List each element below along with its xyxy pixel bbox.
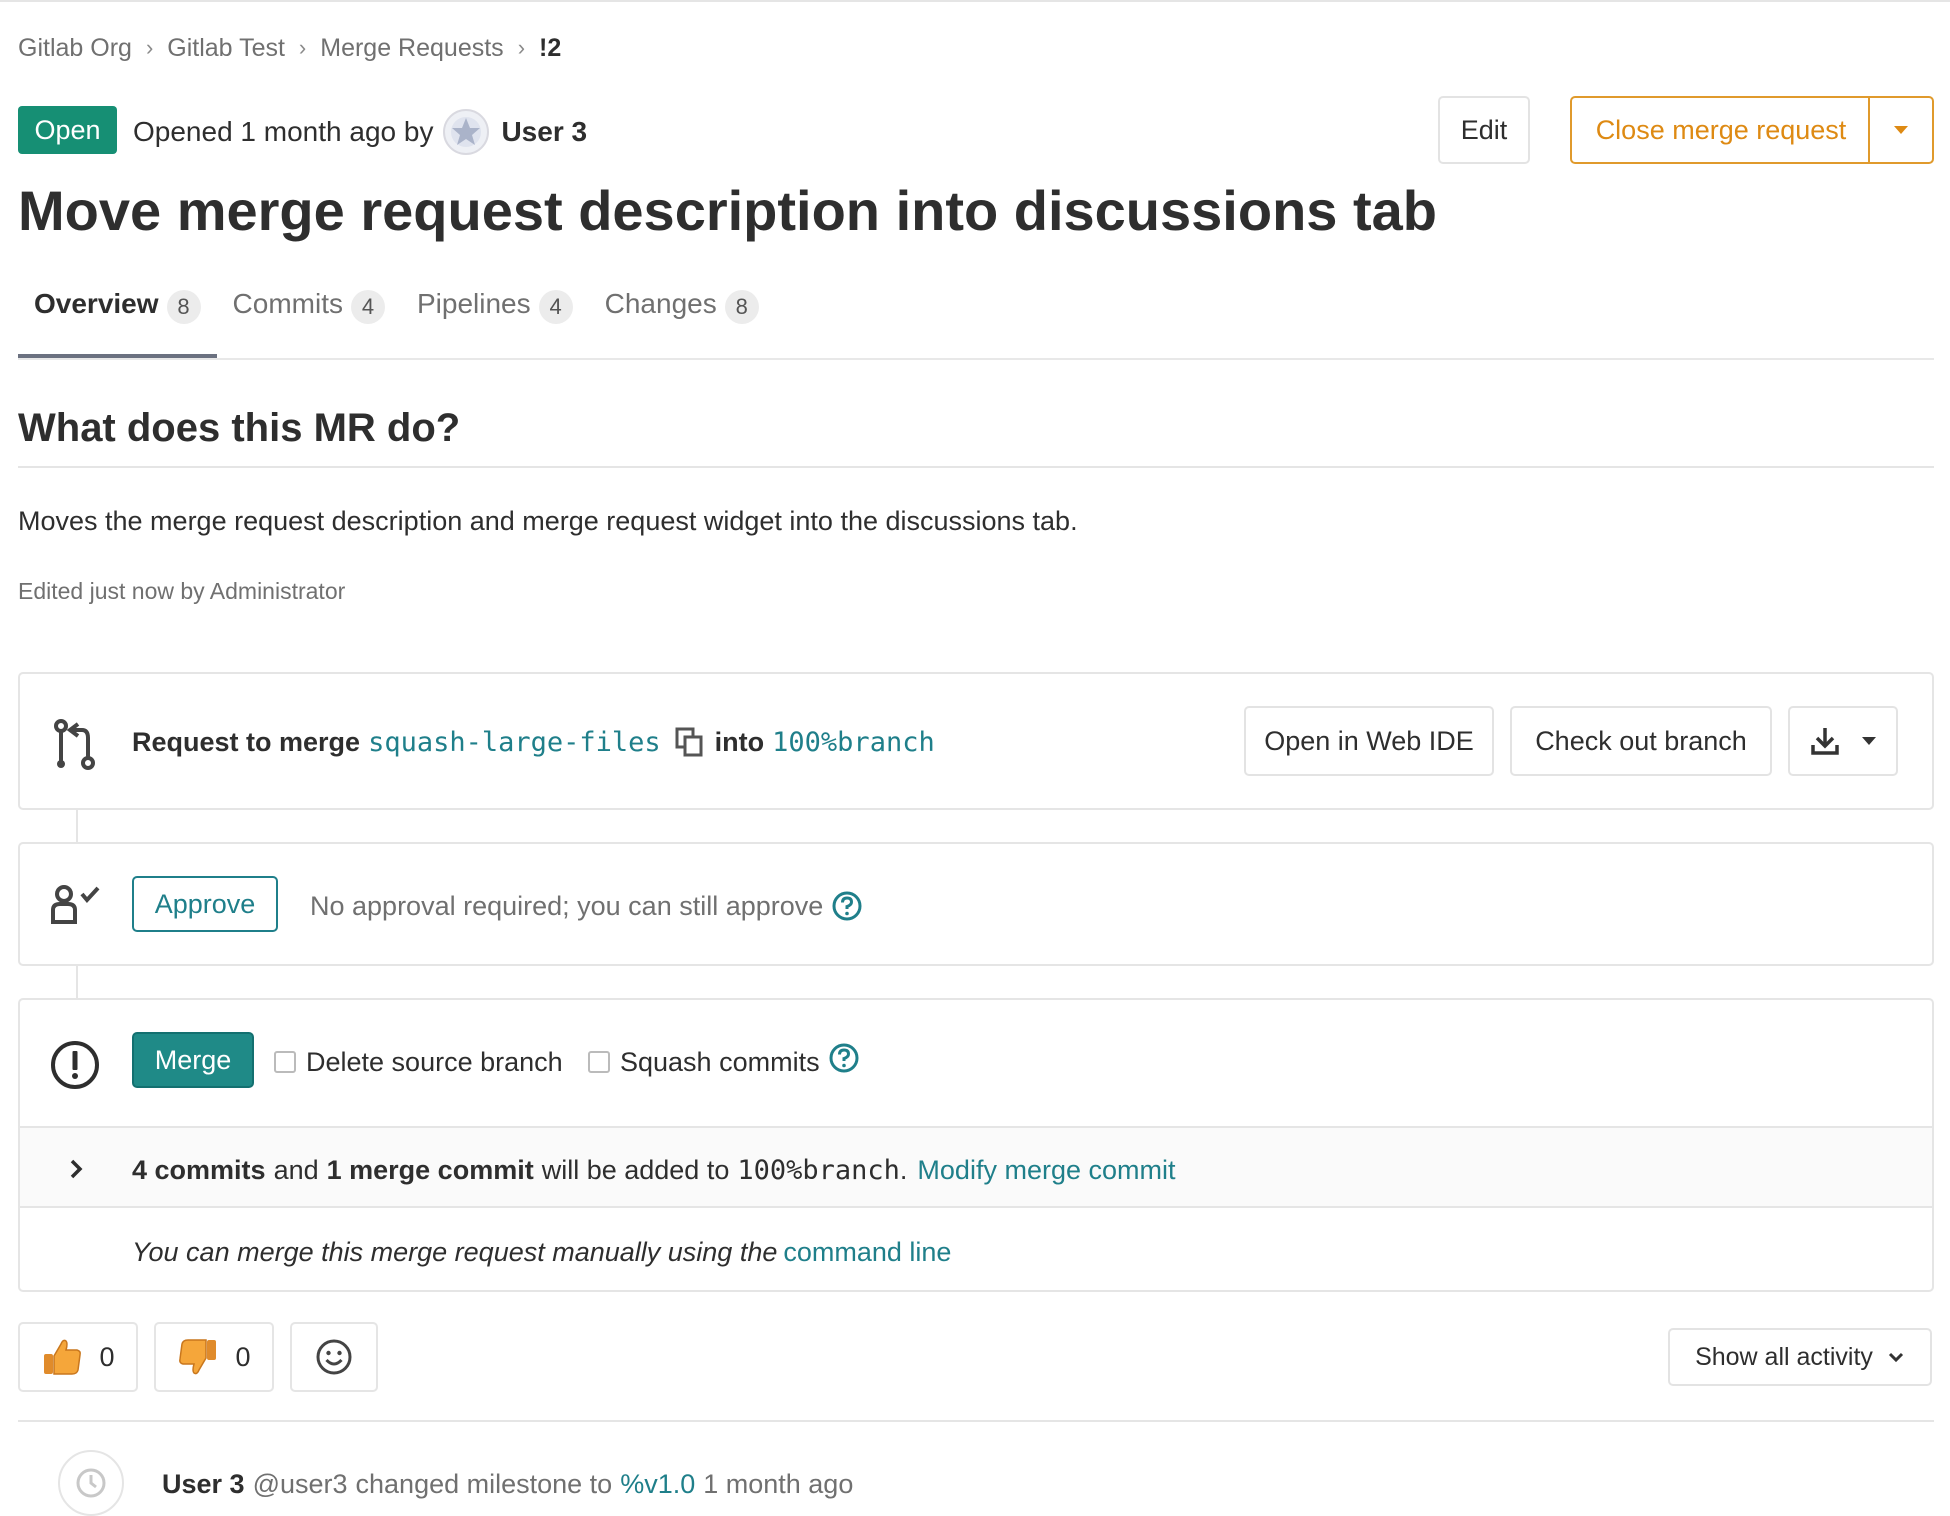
activity-divider <box>18 1420 1934 1422</box>
manual-merge-text: You can merge this merge request manuall… <box>132 1236 778 1267</box>
squash-commits-checkbox[interactable] <box>588 1051 610 1073</box>
source-branch-link[interactable]: squash-large-files <box>368 727 661 758</box>
caret-down-icon <box>1894 126 1908 134</box>
will-be-added-text: will be added to <box>541 1154 730 1185</box>
tab-changes[interactable]: Changes 8 <box>589 280 775 358</box>
approvals-panel <box>18 842 1934 966</box>
period-text: . <box>899 1154 908 1185</box>
and-text: and <box>273 1154 319 1185</box>
close-merge-request-button[interactable]: Close merge request <box>1570 96 1870 164</box>
request-to-merge-label: Request to merge <box>132 726 361 757</box>
chevron-down-icon <box>1888 1352 1903 1363</box>
download-icon <box>1811 728 1839 755</box>
breadcrumb-item-project[interactable]: Gitlab Test <box>167 34 285 63</box>
caret-down-icon <box>1862 737 1876 745</box>
opened-info: Opened 1 month ago by User 3 <box>133 109 587 155</box>
activity-user[interactable]: User 3 <box>162 1469 245 1500</box>
tab-overview[interactable]: Overview 8 <box>18 280 217 358</box>
page-title: Move merge request description into disc… <box>18 179 1437 242</box>
copy-icon[interactable] <box>675 727 703 757</box>
tab-label: Overview <box>34 288 159 319</box>
help-circle-icon[interactable] <box>828 1042 860 1074</box>
chevron-right-icon: › <box>517 35 526 60</box>
breadcrumb-item-org[interactable]: Gitlab Org <box>18 34 132 63</box>
breadcrumb: Gitlab Org › Gitlab Test › Merge Request… <box>18 30 561 66</box>
warning-circle-icon <box>51 1041 99 1089</box>
close-options-dropdown[interactable] <box>1868 96 1934 164</box>
approval-status: No approval required; you can still appr… <box>310 886 863 926</box>
widget-connector <box>76 966 78 998</box>
tab-label: Commits <box>232 288 343 319</box>
thumbsdown-count: 0 <box>235 1341 251 1372</box>
breadcrumb-item-mr-id[interactable]: !2 <box>539 34 561 63</box>
delete-source-branch-checkbox[interactable] <box>274 1051 296 1073</box>
activity-handle[interactable]: @user3 <box>253 1469 348 1500</box>
commits-summary: 4 commits and 1 merge commit will be add… <box>132 1150 1175 1190</box>
show-activity-label: Show all activity <box>1695 1342 1873 1371</box>
tab-count: 8 <box>166 290 201 324</box>
activity-note: User 3 @user3 changed milestone to %v1.0… <box>162 1464 861 1504</box>
tab-count: 4 <box>538 290 573 324</box>
smiley-icon <box>316 1339 352 1375</box>
breadcrumb-item-merge-requests[interactable]: Merge Requests <box>320 34 503 63</box>
thumbsup-count: 0 <box>99 1341 115 1372</box>
request-to-merge: Request to merge squash-large-files into… <box>132 722 943 762</box>
chevron-right-icon[interactable] <box>68 1158 84 1180</box>
tab-commits[interactable]: Commits 4 <box>217 280 401 358</box>
merge-request-icon <box>54 719 95 770</box>
approve-button[interactable]: Approve <box>132 876 278 932</box>
add-reaction-button[interactable] <box>290 1322 378 1392</box>
help-circle-icon[interactable] <box>831 890 863 922</box>
check-out-branch-button[interactable]: Check out branch <box>1510 706 1772 776</box>
tab-label: Changes <box>604 288 717 319</box>
thumbsup-icon <box>44 1339 82 1375</box>
show-activity-dropdown[interactable]: Show all activity <box>1668 1328 1932 1386</box>
mr-tabs: Overview 8 Commits 4 Pipelines 4 Changes… <box>18 280 775 358</box>
target-branch-link[interactable]: 100%branch <box>772 727 935 758</box>
tab-count: 4 <box>350 290 385 324</box>
squash-commits-option[interactable]: Squash commits <box>588 1042 860 1082</box>
avatar-icon <box>451 117 482 147</box>
approval-user-icon <box>51 885 100 924</box>
target-branch-name: 100%branch <box>737 1154 900 1186</box>
open-web-ide-button[interactable]: Open in Web IDE <box>1244 706 1494 776</box>
top-border <box>0 0 1950 2</box>
delete-source-branch-option[interactable]: Delete source branch <box>274 1042 563 1082</box>
merge-button[interactable]: Merge <box>132 1032 254 1088</box>
tab-pipelines[interactable]: Pipelines 4 <box>401 280 589 358</box>
thumbsdown-award-button[interactable]: 0 <box>154 1322 274 1392</box>
system-note-icon <box>58 1450 124 1516</box>
clock-icon <box>76 1468 106 1498</box>
milestone-link[interactable]: %v1.0 <box>620 1469 695 1500</box>
status-badge: Open <box>18 106 117 154</box>
activity-time: 1 month ago <box>703 1468 854 1499</box>
tab-label: Pipelines <box>416 288 531 319</box>
delete-source-branch-label[interactable]: Delete source branch <box>306 1047 563 1078</box>
manual-merge-info: You can merge this merge request manuall… <box>132 1232 951 1272</box>
commits-count: 4 commits <box>132 1154 266 1185</box>
edited-info: Edited just now by Administrator <box>18 578 346 604</box>
author-name[interactable]: User 3 <box>501 116 587 148</box>
activity-action: changed milestone to <box>355 1468 613 1499</box>
squash-commits-label[interactable]: Squash commits <box>620 1047 820 1078</box>
widget-connector <box>76 810 78 842</box>
into-label: into <box>714 726 765 757</box>
modify-merge-commit-link[interactable]: Modify merge commit <box>917 1155 1175 1186</box>
thumbsdown-icon <box>179 1339 217 1375</box>
avatar[interactable] <box>443 109 490 155</box>
tab-count: 8 <box>724 290 759 324</box>
description-heading: What does this MR do? <box>18 406 461 450</box>
download-dropdown-button[interactable] <box>1788 706 1898 776</box>
chevron-right-icon: › <box>145 35 154 60</box>
command-line-link[interactable]: command line <box>783 1237 951 1268</box>
tabs-divider <box>18 358 1934 360</box>
opened-text: Opened 1 month ago by <box>133 116 434 147</box>
heading-divider <box>18 466 1934 468</box>
merge-commit-count: 1 merge commit <box>326 1154 534 1185</box>
chevron-right-icon: › <box>298 35 307 60</box>
approval-status-text: No approval required; you can still appr… <box>310 890 824 921</box>
thumbsup-award-button[interactable]: 0 <box>18 1322 138 1392</box>
edit-button[interactable]: Edit <box>1438 96 1530 164</box>
description-body: Moves the merge request description and … <box>18 506 1078 536</box>
